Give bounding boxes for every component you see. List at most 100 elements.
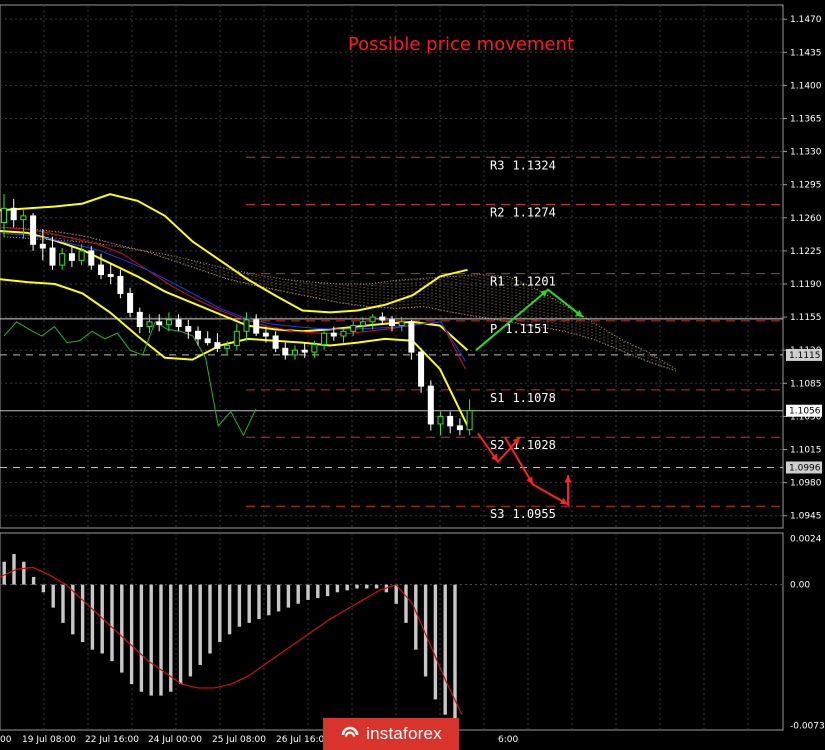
pivot-label-s2: S2 1.1028 (490, 438, 556, 452)
candle-body (340, 330, 347, 337)
price-tag-label: 1.1115 (789, 351, 821, 361)
candle-body (78, 250, 85, 261)
y-tick-label: 1.1435 (790, 48, 822, 58)
pivot-name: R3 (490, 158, 504, 172)
macd-histogram-bar (188, 584, 193, 677)
candle-body (195, 330, 201, 340)
candle-body (350, 325, 357, 332)
pivot-label-s1: S1 1.1078 (490, 391, 556, 405)
macd-histogram-bar (404, 584, 408, 623)
macd-histogram-bar (443, 584, 447, 715)
macd-histogram-bar (159, 584, 163, 696)
pivot-value: 1.1274 (512, 206, 555, 220)
macd-tick-label: 0.0024 (790, 535, 822, 545)
candle-body (127, 292, 134, 313)
pivot-name: S3 (490, 507, 504, 521)
macd-histogram-bar (139, 584, 144, 692)
y-tick-label: 1.1085 (790, 379, 822, 389)
candle-body (1, 207, 7, 224)
candle-body (10, 207, 17, 221)
candle-body (39, 243, 46, 249)
y-tick-label: 1.0980 (790, 479, 822, 489)
candle-body (146, 321, 153, 328)
y-tick-label: 1.1155 (790, 313, 822, 323)
macd-histogram-bar (31, 576, 36, 585)
candle-body (418, 351, 425, 387)
y-tick-label: 1.1225 (790, 247, 822, 257)
y-tick-label: 1.1470 (790, 15, 822, 25)
y-tick-label: 1.1190 (790, 280, 822, 290)
candle-body (282, 347, 289, 356)
macd-histogram-bar (129, 584, 134, 685)
candle-body (389, 319, 395, 327)
macd-histogram-bar (22, 561, 26, 585)
candle-body (49, 247, 56, 266)
macd-histogram-bar (90, 584, 95, 650)
candle-body (156, 321, 163, 326)
macd-histogram-bar (51, 584, 55, 608)
candle-body (330, 332, 337, 337)
macd-tick-label: -0.00737 (790, 722, 825, 732)
macd-histogram-bar (355, 584, 359, 589)
pivot-value: 1.1151 (505, 322, 548, 336)
macd-histogram-bar (316, 584, 320, 599)
pivot-name: S1 (490, 391, 504, 405)
candle-body (427, 385, 434, 425)
pivot-value: 1.1078 (512, 391, 555, 405)
pivot-value: 1.1324 (512, 158, 555, 172)
x-tick-label: 24 Jul 00:00 (148, 735, 202, 745)
candle-body (369, 316, 376, 323)
macd-histogram-bar (433, 584, 438, 700)
forex-chart[interactable]: R3 1.1324R2 1.1274R1 1.1201P 1.1151S1 1.1078S… (0, 0, 825, 750)
y-tick-label: 1.1260 (790, 214, 822, 224)
candle-body (311, 344, 318, 353)
pivot-name: R2 (490, 206, 504, 220)
chikou-span (3, 321, 257, 437)
macd-histogram-bar (41, 584, 46, 593)
candle-body (59, 253, 66, 266)
y-tick-label: 1.1400 (790, 81, 822, 91)
x-tick-label: 6:00 (498, 735, 518, 745)
instaforex-logo[interactable]: instaforex (323, 718, 459, 750)
pivot-label-r3: R3 1.1324 (490, 158, 556, 172)
y-tick-label: 1.1015 (790, 446, 822, 456)
price-tag-label: 1.0996 (789, 463, 821, 473)
y-tick-label: 1.0945 (790, 512, 822, 522)
y-tick-label: 1.1330 (790, 148, 822, 158)
candle-body (233, 330, 240, 346)
instaforex-logo-mark-icon (341, 726, 359, 737)
candle-body (301, 349, 308, 353)
candle-body (243, 319, 250, 332)
price-axis: 1.1470 1.1435 1.1400 1.1365 1.1330 1.1295 1.12… (0, 15, 825, 745)
macd-histogram-bar (227, 584, 232, 635)
chart-grid (0, 4, 784, 731)
candle-body (165, 319, 172, 326)
macd-histogram-bar (2, 561, 6, 585)
candle-body (253, 319, 260, 334)
y-tick-label: 1.1295 (790, 181, 822, 191)
macd-histogram-bar (178, 584, 183, 685)
forecast-down-arrow-2-head (564, 475, 572, 483)
macd-histogram-bar (208, 584, 212, 654)
tenkan-sen (0, 226, 466, 370)
candle-body (262, 332, 269, 337)
pivot-label-r2: R2 1.1274 (490, 206, 556, 220)
macd-histogram-bar (276, 584, 281, 612)
y-tick-label: 1.1365 (790, 114, 822, 124)
pivot-label-p: P 1.1151 (490, 322, 549, 336)
candle-body (456, 425, 463, 431)
candle-body (204, 338, 211, 344)
candle-body (321, 332, 328, 346)
x-tick-label: 19 Jul 08:00 (22, 735, 76, 745)
indicator-lines (0, 193, 469, 437)
candle-body (136, 311, 143, 328)
candle-body (117, 275, 124, 294)
pivot-name: S2 (490, 438, 504, 452)
pivot-value: 1.1201 (512, 275, 555, 289)
macd-histogram-bar (110, 584, 114, 662)
candle-body (68, 253, 75, 261)
candle-body (466, 410, 473, 431)
macd-histogram-bar (61, 584, 65, 623)
candle-body (175, 319, 182, 328)
ichimoku-cloud (3, 226, 677, 372)
